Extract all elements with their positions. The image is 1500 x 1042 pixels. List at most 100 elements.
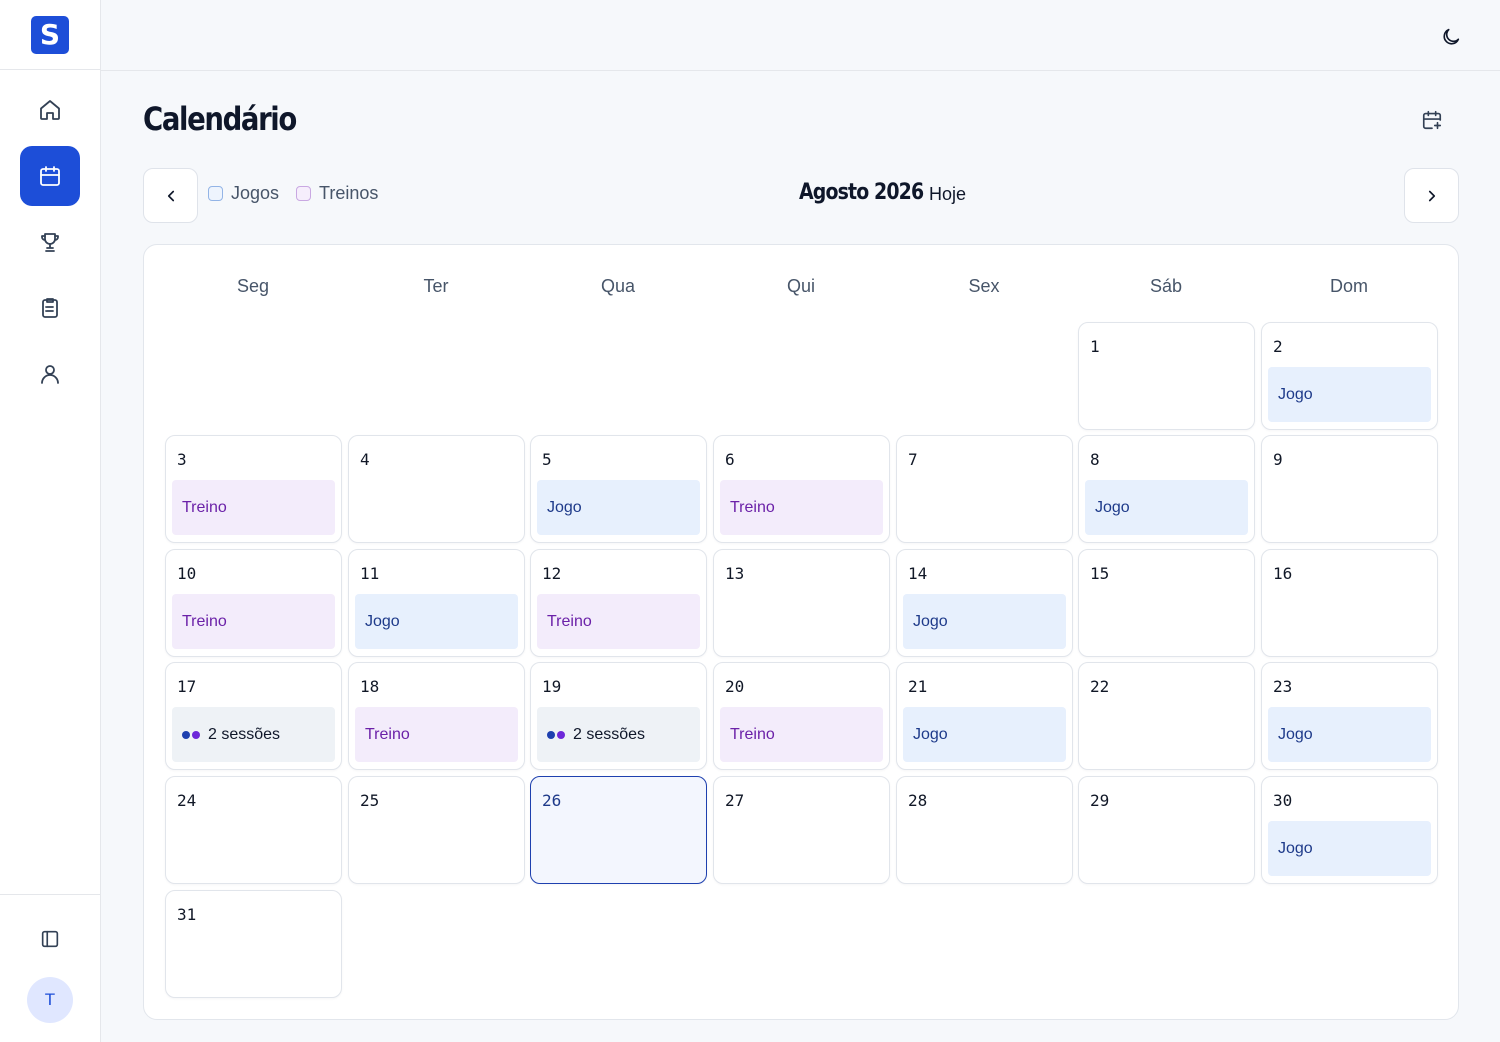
- event-treino[interactable]: Treino: [720, 707, 883, 762]
- day-number: 8: [1090, 450, 1100, 469]
- event-treino[interactable]: Treino: [172, 594, 335, 649]
- day-cell[interactable]: 15: [1078, 549, 1255, 657]
- day-cell[interactable]: 17 2 sessões: [165, 662, 342, 770]
- clipboard-icon: [42, 298, 58, 318]
- filter-jogos-checkbox[interactable]: [208, 186, 223, 201]
- event-jogo[interactable]: Jogo: [1085, 480, 1248, 535]
- theme-toggle-button[interactable]: [1436, 22, 1466, 52]
- previous-month-button[interactable]: [143, 168, 198, 223]
- event-label: Jogo: [913, 725, 948, 743]
- day-cell[interactable]: 11 Jogo: [348, 549, 525, 657]
- topbar: [101, 0, 1500, 71]
- filter-jogos-label: Jogos: [231, 183, 280, 203]
- day-cell[interactable]: 4: [348, 435, 525, 543]
- event-jogo[interactable]: Jogo: [903, 707, 1066, 762]
- day-cell[interactable]: 31: [165, 890, 342, 998]
- day-number: 3: [177, 450, 187, 469]
- event-label: Jogo: [1278, 385, 1313, 403]
- event-jogo[interactable]: Jogo: [1268, 367, 1431, 422]
- day-cell[interactable]: 14 Jogo: [896, 549, 1073, 657]
- day-number: 13: [725, 564, 745, 583]
- sidebar-item-profile[interactable]: [20, 344, 80, 404]
- filter-treinos-checkbox[interactable]: [296, 186, 311, 201]
- event-treino[interactable]: Treino: [537, 594, 700, 649]
- day-cell[interactable]: 29: [1078, 776, 1255, 884]
- sidebar-item-calendar[interactable]: [20, 146, 80, 206]
- page-title: Calendário: [143, 100, 297, 138]
- day-cell[interactable]: 10 Treino: [165, 549, 342, 657]
- day-cell[interactable]: 21 Jogo: [896, 662, 1073, 770]
- current-month-label: Agosto 2026: [799, 180, 924, 205]
- calendar-icon: [40, 166, 60, 186]
- event-multi[interactable]: 2 sessões: [172, 707, 335, 762]
- event-jogo[interactable]: Jogo: [537, 480, 700, 535]
- day-cell[interactable]: 12 Treino: [530, 549, 707, 657]
- day-cell[interactable]: 8 Jogo: [1078, 435, 1255, 543]
- avatar[interactable]: T: [27, 977, 73, 1023]
- weekday-label: Sáb: [1149, 276, 1183, 296]
- chevron-right-icon: [1428, 190, 1435, 201]
- event-treino[interactable]: Treino: [172, 480, 335, 535]
- event-jogo[interactable]: Jogo: [355, 594, 518, 649]
- sidebar-item-trophies[interactable]: [20, 212, 80, 272]
- day-number: 9: [1273, 450, 1283, 469]
- sidebar-toggle-button[interactable]: [30, 919, 70, 959]
- next-month-button[interactable]: [1404, 168, 1459, 223]
- day-cell-today[interactable]: 26: [530, 776, 707, 884]
- filter-treinos[interactable]: Treinos: [296, 183, 378, 204]
- day-cell[interactable]: 3 Treino: [165, 435, 342, 543]
- add-event-button[interactable]: [1416, 104, 1448, 136]
- weekday-label: Sex: [968, 276, 1000, 296]
- day-cell[interactable]: 18 Treino: [348, 662, 525, 770]
- day-number: 23: [1273, 677, 1293, 696]
- day-number: 11: [360, 564, 380, 583]
- day-number: 27: [725, 791, 745, 810]
- event-label: Jogo: [365, 612, 400, 630]
- event-treino[interactable]: Treino: [355, 707, 518, 762]
- day-cell[interactable]: 23 Jogo: [1261, 662, 1438, 770]
- day-cell[interactable]: 6 Treino: [713, 435, 890, 543]
- day-cell[interactable]: 1: [1078, 322, 1255, 430]
- day-cell[interactable]: 19 2 sessões: [530, 662, 707, 770]
- event-multi[interactable]: 2 sessões: [537, 707, 700, 762]
- day-number: 6: [725, 450, 735, 469]
- calendar-plus-icon: [1422, 110, 1442, 130]
- day-number: 4: [360, 450, 370, 469]
- day-cell[interactable]: 9: [1261, 435, 1438, 543]
- weekday-label: Dom: [1329, 276, 1368, 296]
- chevron-left-icon: [167, 190, 174, 201]
- day-cell[interactable]: 22: [1078, 662, 1255, 770]
- sidebar-item-home[interactable]: [20, 80, 80, 140]
- day-cell[interactable]: 20 Treino: [713, 662, 890, 770]
- day-number: 15: [1090, 564, 1110, 583]
- day-cell[interactable]: 13: [713, 549, 890, 657]
- day-number: 18: [360, 677, 380, 696]
- event-jogo[interactable]: Jogo: [903, 594, 1066, 649]
- event-label: Treino: [547, 612, 592, 630]
- day-cell[interactable]: 2 Jogo: [1261, 322, 1438, 430]
- day-number: 21: [908, 677, 928, 696]
- day-cell[interactable]: 28: [896, 776, 1073, 884]
- day-number: 1: [1090, 337, 1100, 356]
- day-number: 20: [725, 677, 745, 696]
- day-number: 24: [177, 791, 197, 810]
- day-cell[interactable]: 7: [896, 435, 1073, 543]
- day-number: 31: [177, 905, 197, 924]
- day-cell[interactable]: 16: [1261, 549, 1438, 657]
- event-jogo[interactable]: Jogo: [1268, 707, 1431, 762]
- day-cell[interactable]: 30 Jogo: [1261, 776, 1438, 884]
- day-number: 10: [177, 564, 197, 583]
- event-jogo[interactable]: Jogo: [1268, 821, 1431, 876]
- filter-jogos[interactable]: Jogos: [208, 183, 279, 204]
- day-cell[interactable]: 25: [348, 776, 525, 884]
- day-number: 2: [1273, 337, 1283, 356]
- event-label: Treino: [730, 498, 775, 516]
- day-number: 19: [542, 677, 562, 696]
- day-cell[interactable]: 5 Jogo: [530, 435, 707, 543]
- day-cell[interactable]: 27: [713, 776, 890, 884]
- today-button[interactable]: Hoje: [929, 184, 966, 205]
- event-treino[interactable]: Treino: [720, 480, 883, 535]
- sidebar-item-tasks[interactable]: [20, 278, 80, 338]
- day-cell[interactable]: 24: [165, 776, 342, 884]
- app-logo[interactable]: S: [31, 15, 69, 54]
